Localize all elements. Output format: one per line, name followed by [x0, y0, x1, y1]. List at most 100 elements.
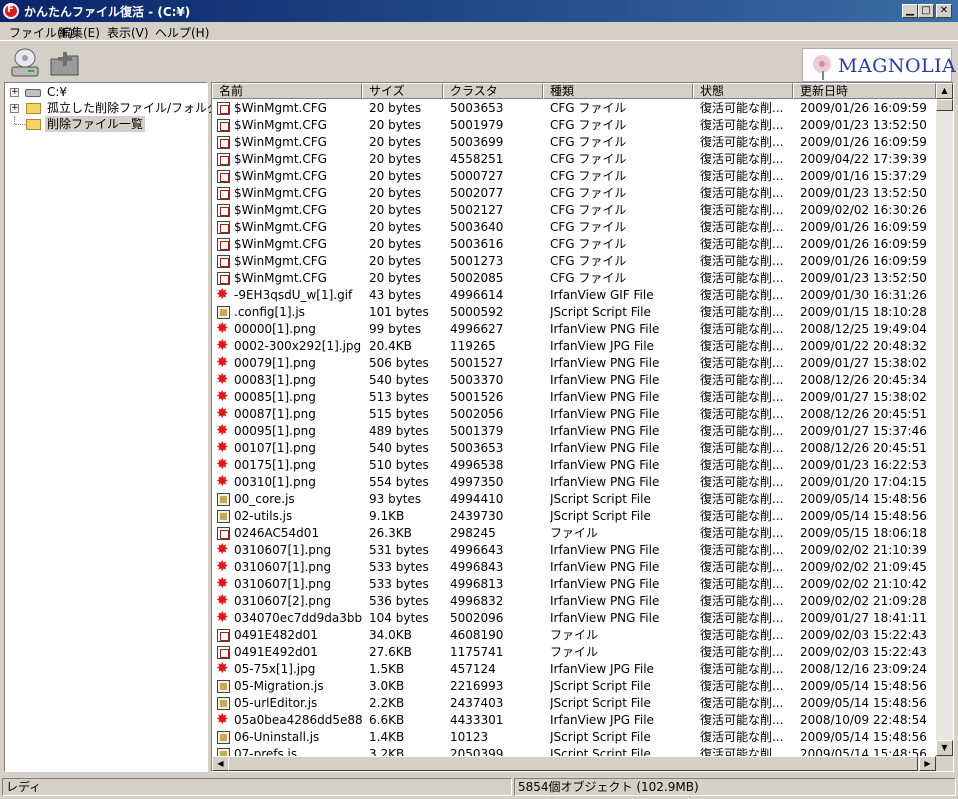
horizontal-scrollbar[interactable]: ◀ ▶ [212, 756, 936, 771]
scroll-up-button[interactable]: ▲ [936, 83, 953, 99]
cell-name: $WinMgmt.CFG [234, 254, 327, 268]
cell-name: 00175[1].png [234, 458, 316, 472]
cell-cluster: 4558251 [450, 152, 504, 166]
table-row[interactable]: 06-Uninstall.js 1.4KB 10123 JScript Script … [212, 729, 936, 746]
table-row[interactable]: $WinMgmt.CFG 20 bytes 5001979 CFG ファイル 復活可能な… [212, 117, 936, 134]
tree-item-orphaned-deleted[interactable]: + 孤立した削除ファイル/フォルダ [5, 100, 219, 116]
cell-size: 20 bytes [369, 271, 422, 285]
cell-cluster: 5002096 [450, 611, 504, 625]
table-row[interactable]: $WinMgmt.CFG 20 bytes 5003616 CFG ファイル 復活可能な… [212, 236, 936, 253]
table-row[interactable]: 00087[1].png 515 bytes 5002056 IrfanView PN… [212, 405, 936, 423]
table-row[interactable]: 00000[1].png 99 bytes 4996627 IrfanView PNG… [212, 320, 936, 338]
cell-status: 復活可能な削... [700, 679, 784, 693]
expand-toggle[interactable]: + [10, 104, 19, 113]
cell-name: 00_core.js [234, 492, 295, 506]
scroll-left-button[interactable]: ◀ [212, 756, 229, 771]
table-row[interactable]: 0491E482d01 34.0KB 4608190 ファイル 復活可能な削... 200… [212, 627, 936, 644]
maximize-button[interactable]: □ [918, 4, 934, 18]
table-row[interactable]: 00095[1].png 489 bytes 5001379 IrfanView PN… [212, 422, 936, 440]
table-row[interactable]: 0310607[1].png 533 bytes 4996813 IrfanView … [212, 575, 936, 593]
cell-modified: 2009/04/22 17:39:39 [800, 152, 927, 166]
cell-size: 533 bytes [369, 577, 429, 591]
table-row[interactable]: 00079[1].png 506 bytes 5001527 IrfanView PN… [212, 354, 936, 372]
table-row[interactable]: $WinMgmt.CFG 20 bytes 5000727 CFG ファイル 復活可能な… [212, 168, 936, 185]
table-row[interactable]: 00175[1].png 510 bytes 4996538 IrfanView PN… [212, 456, 936, 474]
table-row[interactable]: 00_core.js 93 bytes 4994410 JScript Script … [212, 491, 936, 508]
close-button[interactable]: ✕ [936, 4, 952, 18]
table-row[interactable]: $WinMgmt.CFG 20 bytes 5002077 CFG ファイル 復活可能な… [212, 185, 936, 202]
cell-type: ファイル [550, 628, 599, 642]
menu-edit[interactable]: 編集(E) [59, 24, 100, 41]
table-row[interactable]: 00085[1].png 513 bytes 5001526 IrfanView PN… [212, 388, 936, 406]
script-file-icon [217, 493, 230, 506]
table-row[interactable]: 0310607[2].png 536 bytes 4996832 IrfanView … [212, 592, 936, 610]
restore-folder-button[interactable] [48, 47, 82, 79]
expand-toggle[interactable]: + [10, 88, 19, 97]
cell-status: 復活可能な削... [700, 696, 784, 710]
table-row[interactable]: $WinMgmt.CFG 20 bytes 5002127 CFG ファイル 復活可能な… [212, 202, 936, 219]
table-row[interactable]: 00310[1].png 554 bytes 4997350 IrfanView PN… [212, 473, 936, 491]
cell-cluster: 4996813 [450, 577, 504, 591]
table-row[interactable]: 00107[1].png 540 bytes 5003653 IrfanView PN… [212, 439, 936, 457]
cell-size: 1.4KB [369, 730, 405, 744]
menu-help[interactable]: ヘルプ(H) [155, 24, 209, 41]
table-row[interactable]: 05a0bea4286dd5e885... 6.6KB 4433301 IrfanVi… [212, 711, 936, 729]
table-row[interactable]: $WinMgmt.CFG 20 bytes 5003699 CFG ファイル 復活可能な… [212, 134, 936, 151]
vertical-scroll-thumb[interactable] [936, 99, 953, 111]
table-row[interactable]: 05-75x[1].jpg 1.5KB 457124 IrfanView JPG Fi… [212, 660, 936, 678]
image-file-icon [216, 337, 230, 354]
cell-cluster: 5002127 [450, 203, 504, 217]
cell-name: 05-Migration.js [234, 679, 324, 693]
menu-view[interactable]: 表示(V) [107, 24, 149, 41]
table-row[interactable]: 07-prefs.js 3.2KB 2050399 JScript Script Fi… [212, 746, 936, 756]
cell-status: 復活可能な削... [700, 594, 784, 608]
table-row[interactable]: 034070ec7dd9da3bb0... 104 bytes 5002096 Irf… [212, 609, 936, 627]
restore-drive-button[interactable] [8, 47, 42, 79]
table-row[interactable]: $WinMgmt.CFG 20 bytes 5003640 CFG ファイル 復活可能な… [212, 219, 936, 236]
table-row[interactable]: 05-urlEditor.js 2.2KB 2437403 JScript Scrip… [212, 695, 936, 712]
column-header-cluster[interactable]: クラスタ [443, 83, 543, 99]
cell-type: CFG ファイル [550, 237, 627, 251]
table-row[interactable]: 02-utils.js 9.1KB 2439730 JScript Script Fi… [212, 508, 936, 525]
scroll-down-button[interactable]: ▼ [936, 740, 953, 756]
table-row[interactable]: 00083[1].png 540 bytes 5003370 IrfanView PN… [212, 371, 936, 389]
cell-type: IrfanView JPG File [550, 339, 654, 353]
cell-type: IrfanView PNG File [550, 560, 660, 574]
folder-tree[interactable]: + C:¥ + 孤立した削除ファイル/フォルダ 削除ファイル一覧 [4, 82, 219, 772]
cell-size: 20 bytes [369, 186, 422, 200]
table-row[interactable]: .config[1].js 101 bytes 5000592 JScript Scr… [212, 304, 936, 321]
table-row[interactable]: 05-Migration.js 3.0KB 2216993 JScript Scrip… [212, 678, 936, 695]
table-row[interactable]: $WinMgmt.CFG 20 bytes 5003653 CFG ファイル 復活可能な… [212, 100, 936, 117]
file-rows: $WinMgmt.CFG 20 bytes 5003653 CFG ファイル 復活可能な… [212, 100, 936, 756]
cell-type: CFG ファイル [550, 101, 627, 115]
title-bar[interactable]: かんたんファイル復活 - (C:¥) ▁ □ ✕ [0, 0, 958, 22]
table-row[interactable]: $WinMgmt.CFG 20 bytes 4558251 CFG ファイル 復活可能な… [212, 151, 936, 168]
toolbar: MAGNOLIA [0, 40, 958, 82]
table-row[interactable]: $WinMgmt.CFG 20 bytes 5002085 CFG ファイル 復活可能な… [212, 270, 936, 287]
column-header-size[interactable]: サイズ [362, 83, 443, 99]
table-row[interactable]: 0310607[1].png 531 bytes 4996643 IrfanView … [212, 541, 936, 559]
table-row[interactable]: -9EH3qsdU_w[1].gif 43 bytes 4996614 IrfanVi… [212, 286, 936, 304]
cell-modified: 2008/12/26 20:45:34 [800, 373, 927, 387]
cell-type: JScript Script File [550, 730, 651, 744]
table-row[interactable]: 0002-300x292[1].jpg 20.4KB 119265 IrfanView… [212, 337, 936, 355]
table-row[interactable]: $WinMgmt.CFG 20 bytes 5001273 CFG ファイル 復活可能な… [212, 253, 936, 270]
horizontal-scroll-thumb[interactable] [228, 756, 918, 771]
minimize-button[interactable]: ▁ [902, 4, 918, 18]
cell-size: 43 bytes [369, 288, 422, 302]
table-row[interactable]: 0310607[1].png 533 bytes 4996843 IrfanView … [212, 558, 936, 576]
tree-item-deleted-files-list[interactable]: 削除ファイル一覧 [5, 116, 205, 132]
column-header-status[interactable]: 状態 [693, 83, 793, 99]
column-header-modified[interactable]: 更新日時 [793, 83, 936, 99]
file-list-view[interactable]: 名前 サイズ クラスタ 種類 状態 更新日時 $WinMgmt.CFG 20 by… [211, 82, 954, 772]
scroll-right-button[interactable]: ▶ [919, 756, 936, 771]
cell-size: 3.2KB [369, 747, 405, 756]
tree-item-drive-c[interactable]: + C:¥ [5, 84, 205, 100]
status-bar: レディ 5854個オブジェクト (102.9MB) [0, 776, 958, 799]
table-row[interactable]: 0246AC54d01 26.3KB 298245 ファイル 復活可能な削... 2009… [212, 525, 936, 542]
column-header-type[interactable]: 種類 [543, 83, 693, 99]
cell-size: 20 bytes [369, 118, 422, 132]
table-row[interactable]: 0491E492d01 27.6KB 1175741 ファイル 復活可能な削... 200… [212, 644, 936, 661]
vertical-scrollbar[interactable]: ▲ ▼ [936, 83, 953, 756]
column-header-name[interactable]: 名前 [212, 83, 362, 99]
